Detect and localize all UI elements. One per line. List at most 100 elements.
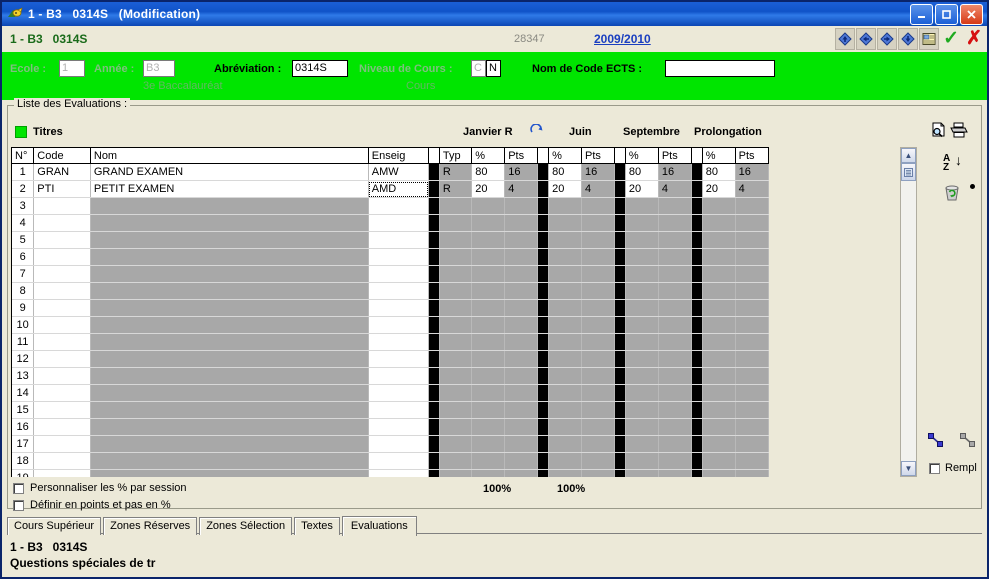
row-typ-cell[interactable] bbox=[439, 299, 473, 317]
row-enseig-cell[interactable] bbox=[368, 282, 430, 300]
row-pct-cell[interactable] bbox=[548, 418, 583, 436]
nav-last-button[interactable] bbox=[898, 28, 919, 50]
row-pct-cell[interactable] bbox=[702, 282, 736, 300]
col-pts-juin[interactable]: Pts bbox=[581, 148, 616, 164]
row-pct-cell[interactable] bbox=[548, 384, 583, 402]
row-pct-cell[interactable] bbox=[548, 350, 583, 368]
row-code-cell[interactable] bbox=[33, 248, 91, 266]
row-pct-cell[interactable] bbox=[471, 452, 506, 470]
row-pct-cell[interactable] bbox=[471, 265, 506, 283]
row-pct-cell[interactable] bbox=[625, 333, 659, 351]
row-pct-cell[interactable] bbox=[548, 401, 583, 419]
nav-next-button[interactable] bbox=[877, 28, 898, 50]
row-typ-cell[interactable] bbox=[439, 367, 473, 385]
table-row[interactable]: 3 bbox=[12, 197, 769, 215]
grid-vertical-scrollbar[interactable]: ▲ ▼ bbox=[900, 147, 917, 477]
row-pct-cell[interactable] bbox=[702, 418, 736, 436]
row-pct-cell[interactable] bbox=[625, 418, 659, 436]
row-enseig-cell[interactable] bbox=[368, 248, 430, 266]
row-nom-cell[interactable] bbox=[90, 418, 369, 436]
row-code-cell[interactable] bbox=[33, 418, 91, 436]
row-code-cell[interactable] bbox=[33, 367, 91, 385]
table-row[interactable]: 14 bbox=[12, 384, 769, 402]
row-pct-cell[interactable] bbox=[702, 452, 736, 470]
table-row[interactable]: 7 bbox=[12, 265, 769, 283]
row-nom-cell[interactable] bbox=[90, 350, 369, 368]
row-pct-cell[interactable] bbox=[625, 469, 659, 477]
document-search-icon[interactable] bbox=[931, 122, 947, 141]
row-pct-cell[interactable] bbox=[548, 197, 583, 215]
niveau-type-field[interactable]: N bbox=[486, 60, 501, 77]
row-code-cell[interactable]: GRAN bbox=[33, 163, 91, 181]
row-pct-cell[interactable]: 20 bbox=[548, 180, 583, 198]
row-code-cell[interactable] bbox=[33, 197, 91, 215]
nav-first-button[interactable] bbox=[835, 28, 856, 50]
row-pct-cell[interactable] bbox=[548, 333, 583, 351]
row-nom-cell[interactable] bbox=[90, 316, 369, 334]
row-typ-cell[interactable] bbox=[439, 401, 473, 419]
row-typ-cell[interactable] bbox=[439, 435, 473, 453]
row-pct-cell[interactable] bbox=[702, 316, 736, 334]
row-enseig-cell[interactable] bbox=[368, 197, 430, 215]
row-nom-cell[interactable] bbox=[90, 299, 369, 317]
col-pct-septembre[interactable]: % bbox=[625, 148, 659, 164]
row-code-cell[interactable] bbox=[33, 316, 91, 334]
row-pct-cell[interactable] bbox=[548, 452, 583, 470]
col-pct-janvier[interactable]: % bbox=[471, 148, 506, 164]
recycle-bin-icon[interactable] bbox=[943, 184, 961, 205]
option-personnaliser[interactable]: Personnaliser les % par session bbox=[13, 482, 187, 494]
academic-year-link[interactable]: 2009/2010 bbox=[594, 32, 651, 46]
col-enseig[interactable]: Enseig bbox=[368, 148, 430, 164]
option-definir-points[interactable]: Définir en points et pas en % bbox=[13, 499, 171, 511]
row-pct-cell[interactable]: 80 bbox=[702, 163, 736, 181]
form-notes-icon[interactable] bbox=[919, 28, 940, 50]
row-pct-cell[interactable] bbox=[471, 299, 506, 317]
close-button[interactable] bbox=[960, 3, 983, 25]
row-pct-cell[interactable]: 80 bbox=[625, 163, 659, 181]
row-code-cell[interactable] bbox=[33, 231, 91, 249]
printer-icon[interactable] bbox=[950, 122, 968, 141]
row-code-cell[interactable] bbox=[33, 401, 91, 419]
col-nom[interactable]: Nom bbox=[90, 148, 369, 164]
row-pct-cell[interactable] bbox=[471, 333, 506, 351]
tab-cours-superieur[interactable]: Cours Supérieur bbox=[7, 517, 102, 535]
row-pct-cell[interactable] bbox=[702, 265, 736, 283]
tab-textes[interactable]: Textes bbox=[294, 517, 340, 535]
col-pct-juin[interactable]: % bbox=[548, 148, 583, 164]
row-code-cell[interactable] bbox=[33, 265, 91, 283]
row-pct-cell[interactable] bbox=[471, 197, 506, 215]
row-pct-cell[interactable] bbox=[471, 401, 506, 419]
row-enseig-cell[interactable] bbox=[368, 435, 430, 453]
row-enseig-cell[interactable] bbox=[368, 316, 430, 334]
rempl-option[interactable]: Rempl bbox=[929, 462, 977, 474]
row-enseig-cell[interactable] bbox=[368, 367, 430, 385]
row-typ-cell[interactable] bbox=[439, 384, 473, 402]
row-typ-cell[interactable] bbox=[439, 333, 473, 351]
tab-zones-selection[interactable]: Zones Sélection bbox=[199, 517, 293, 535]
row-enseig-cell[interactable]: AMD bbox=[368, 180, 430, 198]
row-nom-cell[interactable] bbox=[90, 231, 369, 249]
annee-field[interactable]: B3 bbox=[143, 60, 175, 77]
row-pct-cell[interactable]: 20 bbox=[702, 180, 736, 198]
row-pct-cell[interactable] bbox=[548, 265, 583, 283]
row-nom-cell[interactable] bbox=[90, 401, 369, 419]
row-code-cell[interactable] bbox=[33, 282, 91, 300]
row-pct-cell[interactable] bbox=[625, 384, 659, 402]
link-blue-icon[interactable] bbox=[927, 432, 945, 451]
row-nom-cell[interactable]: GRAND EXAMEN bbox=[90, 163, 369, 181]
row-typ-cell[interactable] bbox=[439, 418, 473, 436]
table-row[interactable]: 1 GRAN GRAND EXAMEN AMW R 80 16 80 16 80 16 80 16 bbox=[12, 163, 769, 181]
row-code-cell[interactable] bbox=[33, 384, 91, 402]
table-row[interactable]: 15 bbox=[12, 401, 769, 419]
table-row[interactable]: 16 bbox=[12, 418, 769, 436]
row-pct-cell[interactable] bbox=[471, 435, 506, 453]
col-pts-septembre[interactable]: Pts bbox=[658, 148, 693, 164]
row-pct-cell[interactable] bbox=[625, 282, 659, 300]
cancel-button[interactable]: ✗ bbox=[963, 29, 985, 48]
row-enseig-cell[interactable] bbox=[368, 384, 430, 402]
row-enseig-cell[interactable] bbox=[368, 299, 430, 317]
row-pct-cell[interactable] bbox=[471, 350, 506, 368]
row-nom-cell[interactable] bbox=[90, 282, 369, 300]
row-pct-cell[interactable] bbox=[471, 367, 506, 385]
tab-evaluations[interactable]: Evaluations bbox=[341, 516, 417, 536]
